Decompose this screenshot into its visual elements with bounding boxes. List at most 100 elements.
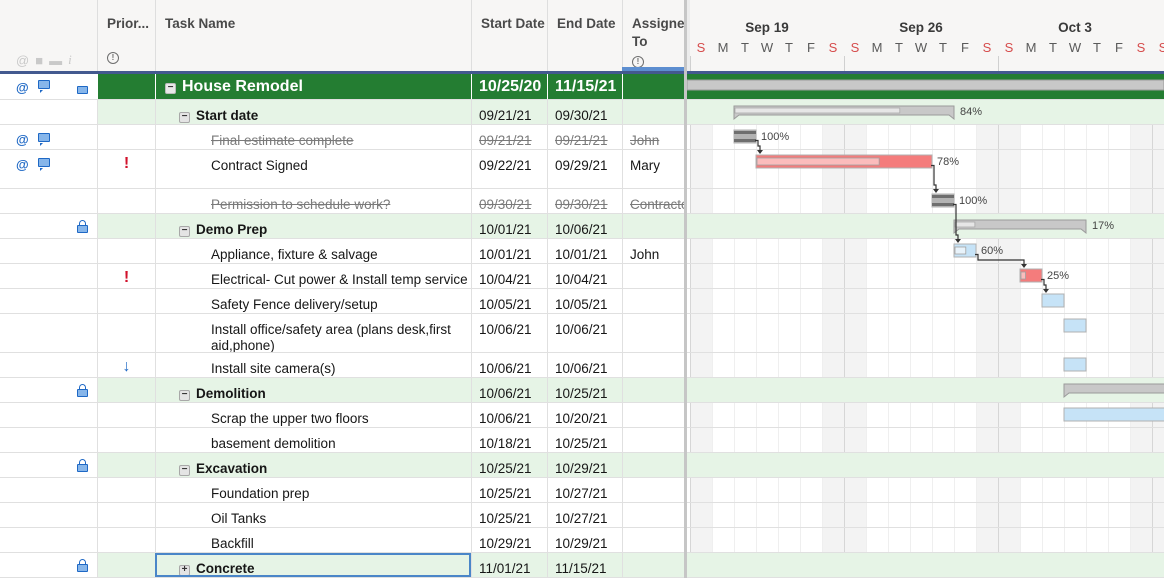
table-row[interactable]: @! Contract Signed 09/22/21 09/29/21 Mary (0, 150, 686, 189)
start-date-cell[interactable]: 10/06/21 (471, 353, 547, 377)
table-row[interactable]: Permission to schedule work? 09/30/21 09/3… (0, 189, 686, 214)
table-row[interactable]: Appliance, fixture & salvage 10/01/21 10/0… (0, 239, 686, 264)
attachment-icon[interactable]: @ (16, 80, 29, 96)
task-name-cell[interactable]: Install office/safety area (plans desk,f… (155, 314, 471, 352)
assigned-to-cell[interactable] (622, 528, 686, 552)
task-name-cell[interactable]: Safety Fence delivery/setup (155, 289, 471, 313)
end-date-cell[interactable]: 10/27/21 (547, 478, 622, 502)
task-name-cell[interactable]: Final estimate complete (155, 125, 471, 149)
assigned-to-cell[interactable]: John (622, 125, 686, 149)
assigned-to-cell[interactable] (622, 214, 686, 238)
task-name-cell[interactable]: basement demolition (155, 428, 471, 452)
expand-icon[interactable]: + (179, 565, 190, 576)
priority-cell[interactable]: ! (97, 264, 155, 288)
comment-icon[interactable] (38, 158, 50, 171)
start-date-cell[interactable]: 09/21/21 (471, 100, 547, 124)
assigned-to-cell[interactable] (622, 453, 686, 477)
info-icon[interactable]: i (68, 52, 72, 68)
column-header-task-name[interactable]: Task Name (155, 0, 471, 71)
start-date-cell[interactable]: 10/25/20 (471, 74, 547, 99)
start-date-cell[interactable]: 10/25/21 (471, 503, 547, 527)
column-header-start-date[interactable]: Start Date (471, 0, 547, 71)
table-row[interactable]: ↓ Install site camera(s) 10/06/21 10/06/21 (0, 353, 686, 378)
assigned-to-cell[interactable] (622, 478, 686, 502)
table-row[interactable]: basement demolition 10/18/21 10/25/21 (0, 428, 686, 453)
start-date-cell[interactable]: 10/25/21 (471, 453, 547, 477)
priority-cell[interactable] (97, 403, 155, 427)
task-name-cell[interactable]: − Excavation (155, 453, 471, 477)
attachment-icon[interactable]: @ (16, 53, 29, 68)
collapse-icon[interactable]: − (179, 465, 190, 476)
attachment-icon[interactable]: @ (16, 157, 29, 173)
task-name-cell[interactable]: Foundation prep (155, 478, 471, 502)
proof-icon[interactable]: ▬ (49, 53, 62, 68)
start-date-cell[interactable]: 10/25/21 (471, 478, 547, 502)
task-name-cell[interactable]: + Concrete (155, 553, 471, 577)
priority-cell[interactable] (97, 528, 155, 552)
end-date-cell[interactable]: 10/29/21 (547, 453, 622, 477)
priority-cell[interactable] (97, 100, 155, 124)
task-name-cell[interactable]: Oil Tanks (155, 503, 471, 527)
end-date-cell[interactable]: 11/15/21 (547, 553, 622, 577)
comment-icon[interactable] (38, 80, 50, 93)
priority-cell[interactable] (97, 125, 155, 149)
table-row[interactable]: Oil Tanks 10/25/21 10/27/21 (0, 503, 686, 528)
task-name-cell[interactable]: Contract Signed (155, 150, 471, 188)
end-date-cell[interactable]: 10/06/21 (547, 314, 622, 352)
end-date-cell[interactable]: 10/25/21 (547, 428, 622, 452)
start-date-cell[interactable]: 10/18/21 (471, 428, 547, 452)
table-row[interactable]: ! Electrical- Cut power & Install temp se… (0, 264, 686, 289)
comment-icon[interactable]: ■ (35, 53, 43, 68)
end-date-cell[interactable]: 10/29/21 (547, 528, 622, 552)
start-date-cell[interactable]: 09/22/21 (471, 150, 547, 188)
table-row[interactable]: Foundation prep 10/25/21 10/27/21 (0, 478, 686, 503)
column-header-assigned-to[interactable]: Assigned To ! (622, 0, 686, 71)
task-name-cell[interactable]: Electrical- Cut power & Install temp ser… (155, 264, 471, 288)
table-row[interactable]: Safety Fence delivery/setup 10/05/21 10/05… (0, 289, 686, 314)
info-icon[interactable]: ! (107, 52, 119, 64)
start-date-cell[interactable]: 10/29/21 (471, 528, 547, 552)
section-row[interactable]: − Excavation 10/25/21 10/29/21 (0, 453, 686, 478)
end-date-cell[interactable]: 10/27/21 (547, 503, 622, 527)
assigned-to-cell[interactable] (622, 503, 686, 527)
column-header-end-date[interactable]: End Date (547, 0, 622, 71)
assigned-to-cell[interactable]: John (622, 239, 686, 263)
assigned-to-cell[interactable]: Contractor (622, 189, 686, 213)
priority-cell[interactable] (97, 74, 155, 99)
task-name-cell[interactable]: − Demolition (155, 378, 471, 402)
task-name-cell[interactable]: Backfill (155, 528, 471, 552)
collapse-icon[interactable]: − (179, 226, 190, 237)
end-date-cell[interactable]: 10/06/21 (547, 353, 622, 377)
comment-icon[interactable] (38, 133, 50, 146)
section-row[interactable]: − Demo Prep 10/01/21 10/06/21 (0, 214, 686, 239)
attachment-icon[interactable]: @ (16, 132, 29, 148)
section-row[interactable]: − Demolition 10/06/21 10/25/21 (0, 378, 686, 403)
priority-cell[interactable] (97, 239, 155, 263)
assigned-to-cell[interactable] (622, 378, 686, 402)
task-name-cell[interactable]: − Start date (155, 100, 471, 124)
priority-cell[interactable] (97, 289, 155, 313)
task-name-cell[interactable]: Appliance, fixture & salvage (155, 239, 471, 263)
priority-cell[interactable] (97, 314, 155, 352)
collapse-icon[interactable]: − (165, 83, 176, 94)
assigned-to-cell[interactable] (622, 100, 686, 124)
assigned-to-cell[interactable] (622, 428, 686, 452)
end-date-cell[interactable]: 10/01/21 (547, 239, 622, 263)
priority-cell[interactable]: ↓ (97, 353, 155, 377)
assigned-to-cell[interactable] (622, 403, 686, 427)
assigned-to-cell[interactable] (622, 553, 686, 577)
end-date-cell[interactable]: 11/15/21 (547, 74, 622, 99)
start-date-cell[interactable]: 09/30/21 (471, 189, 547, 213)
start-date-cell[interactable]: 10/06/21 (471, 403, 547, 427)
assigned-to-cell[interactable]: Mary (622, 150, 686, 188)
end-date-cell[interactable]: 10/20/21 (547, 403, 622, 427)
table-row[interactable]: @ Final estimate complete 09/21/21 09/21/21… (0, 125, 686, 150)
assigned-to-cell[interactable] (622, 264, 686, 288)
assigned-to-cell[interactable] (622, 353, 686, 377)
table-row[interactable]: Scrap the upper two floors 10/06/21 10/20/… (0, 403, 686, 428)
priority-cell[interactable]: ! (97, 150, 155, 188)
priority-cell[interactable] (97, 428, 155, 452)
priority-cell[interactable] (97, 378, 155, 402)
table-row[interactable]: Backfill 10/29/21 10/29/21 (0, 528, 686, 553)
task-name-cell[interactable]: − Demo Prep (155, 214, 471, 238)
